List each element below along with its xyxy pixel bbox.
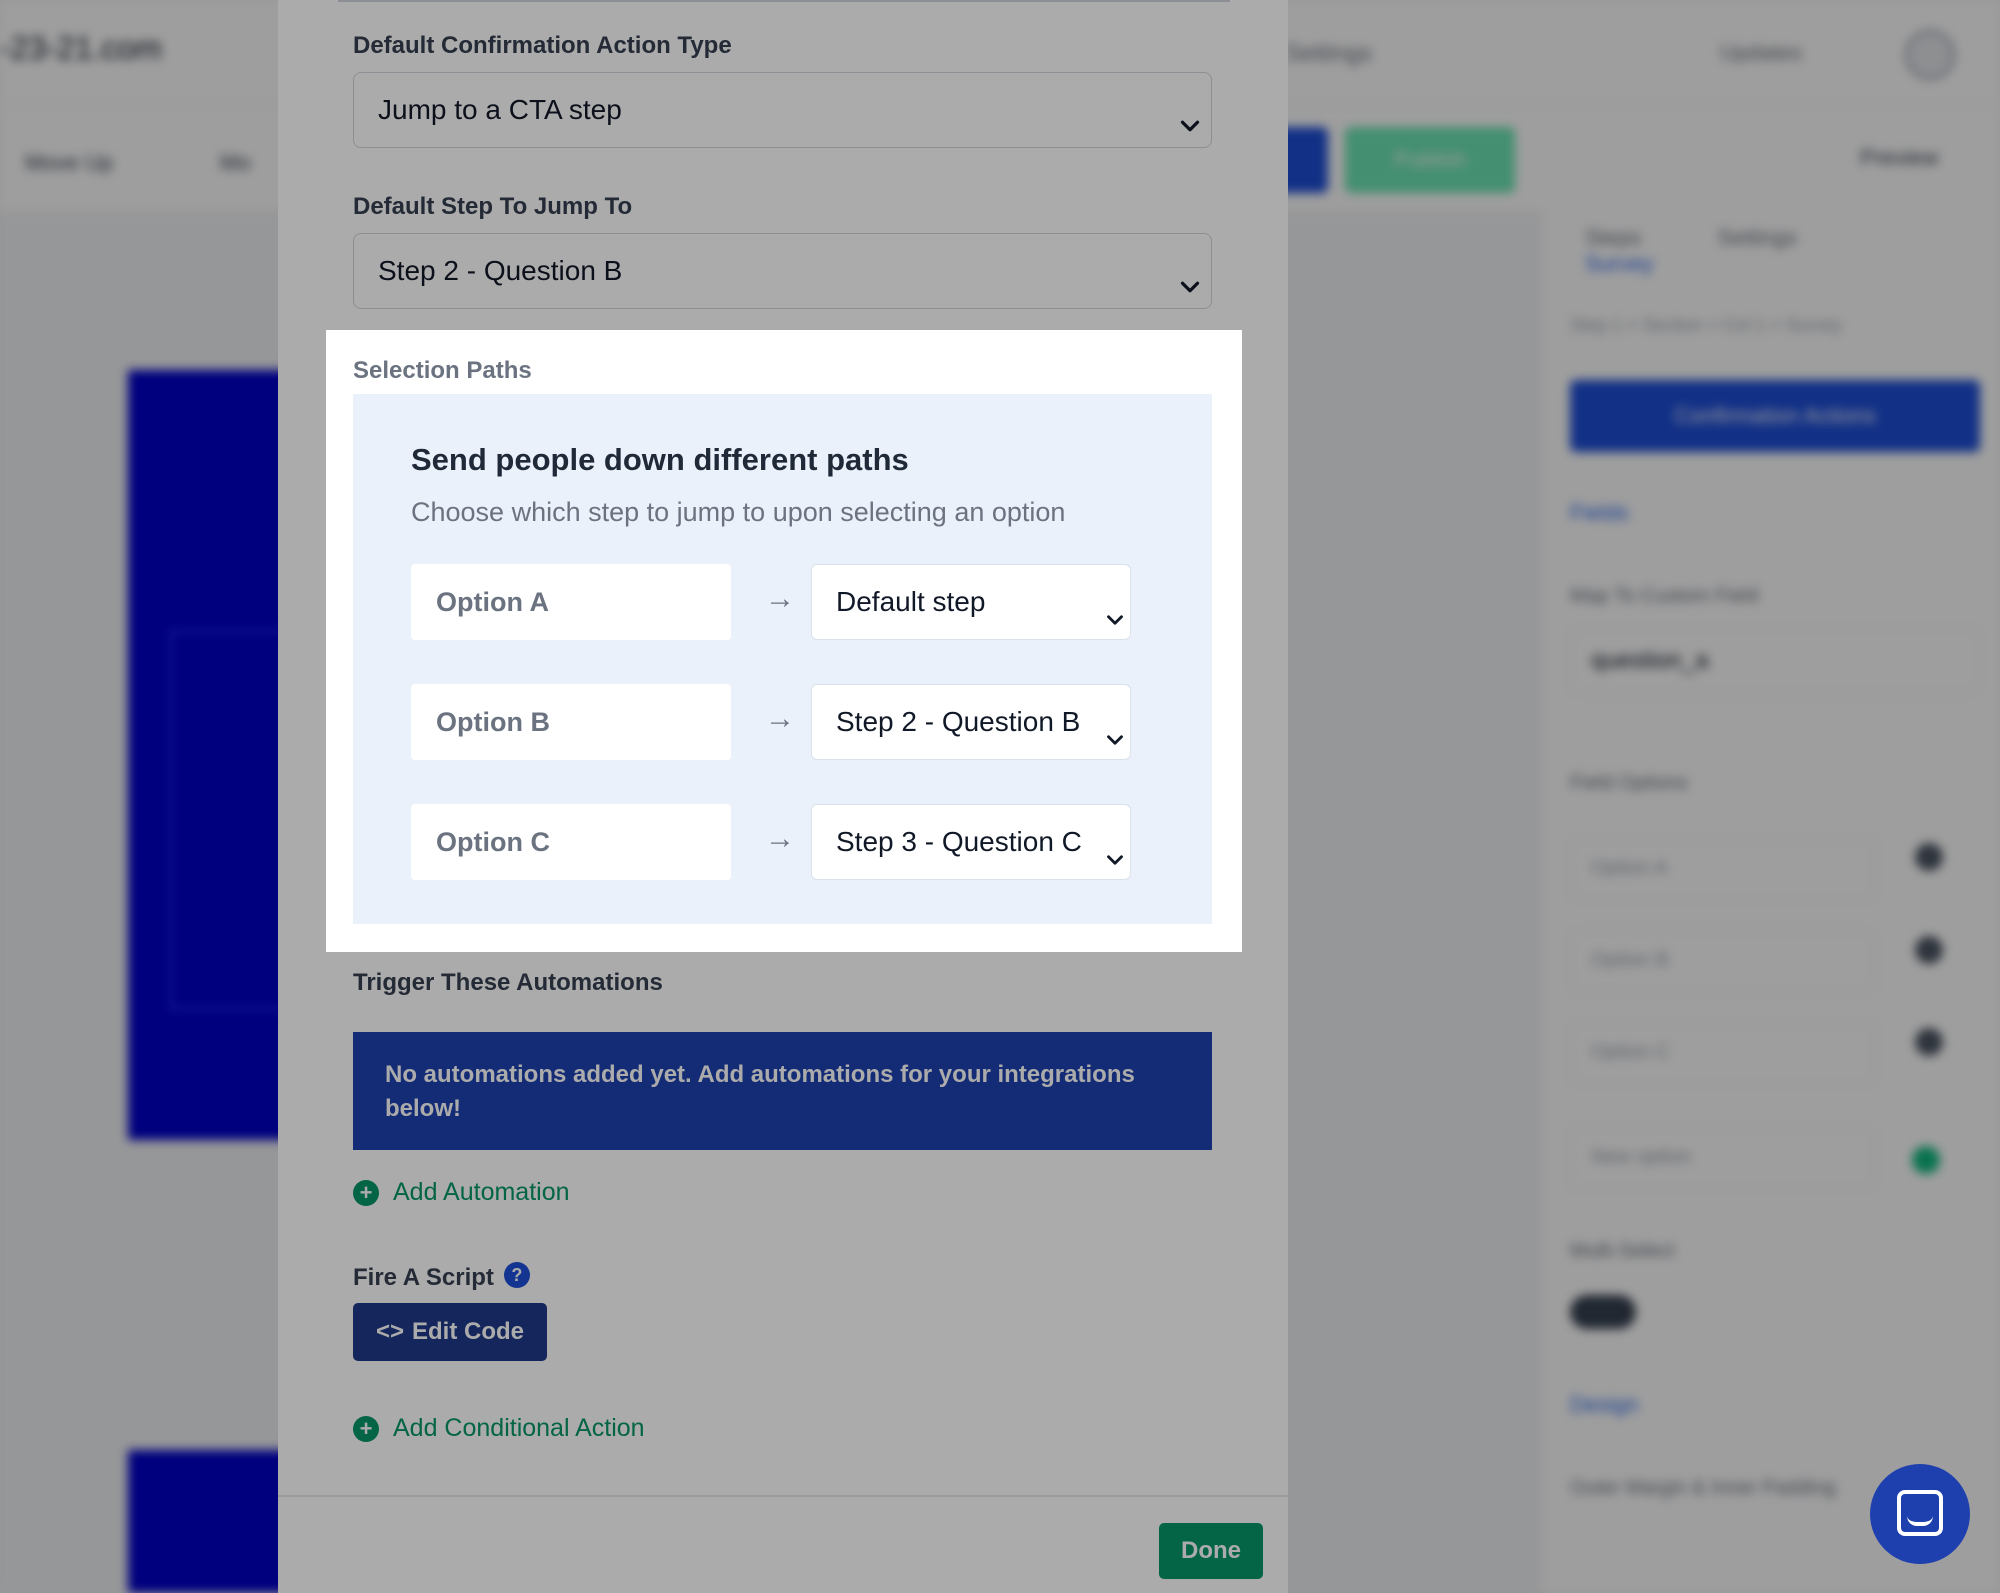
fire-script-label: Fire A Script?	[353, 1262, 530, 1292]
chevron-down-icon	[1102, 707, 1128, 745]
option-c-target-select[interactable]: Step 3 - Question C	[811, 804, 1131, 880]
fire-script-text: Fire A Script	[353, 1264, 494, 1291]
add-automation-link[interactable]: + Add Automation	[353, 1178, 570, 1207]
selection-paths-panel: Send people down different paths Choose …	[353, 394, 1212, 924]
divider	[338, 0, 1230, 2]
divider	[278, 1495, 1288, 1497]
done-button[interactable]: Done	[1159, 1523, 1263, 1579]
chat-icon	[1897, 1490, 1943, 1536]
default-step-select[interactable]: Step 2 - Question B	[353, 233, 1212, 309]
option-a-target-select[interactable]: Default step	[811, 564, 1131, 640]
chevron-down-icon	[1102, 587, 1128, 625]
edit-code-label: Edit Code	[412, 1318, 525, 1345]
option-c-field: Option C	[411, 804, 731, 880]
code-icon: <>	[375, 1318, 405, 1345]
confirmation-type-label: Default Confirmation Action Type	[353, 32, 732, 59]
confirmation-type-value: Jump to a CTA step	[378, 94, 622, 125]
option-b-field: Option B	[411, 684, 731, 760]
arrow-right-icon: →	[765, 822, 795, 855]
selection-paths-label: Selection Paths	[353, 357, 532, 384]
arrow-right-icon: →	[765, 702, 795, 735]
edit-code-button[interactable]: <> Edit Code	[353, 1303, 547, 1361]
chevron-down-icon	[1175, 95, 1205, 132]
selection-paths-section: Selection Paths Send people down differe…	[326, 330, 1242, 952]
plus-circle-icon: +	[353, 1179, 379, 1206]
chevron-down-icon	[1102, 827, 1128, 865]
help-icon[interactable]: ?	[503, 1262, 530, 1288]
plus-circle-icon: +	[353, 1415, 379, 1442]
option-a-target-value: Default step	[836, 586, 986, 617]
option-b-target-select[interactable]: Step 2 - Question B	[811, 684, 1131, 760]
add-conditional-action-link[interactable]: + Add Conditional Action	[353, 1414, 645, 1443]
chevron-down-icon	[1175, 256, 1205, 293]
add-conditional-label: Add Conditional Action	[393, 1414, 645, 1442]
automations-empty-notice: No automations added yet. Add automation…	[353, 1032, 1212, 1150]
confirmation-type-select[interactable]: Jump to a CTA step	[353, 72, 1212, 148]
option-b-target-value: Step 2 - Question B	[836, 706, 1081, 737]
option-a-field: Option A	[411, 564, 731, 640]
arrow-right-icon: →	[765, 582, 795, 615]
add-automation-label: Add Automation	[393, 1178, 570, 1206]
option-c-target-value: Step 3 - Question C	[836, 826, 1082, 857]
selection-paths-subtitle: Choose which step to jump to upon select…	[411, 497, 1066, 527]
default-step-value: Step 2 - Question B	[378, 255, 623, 286]
selection-paths-title: Send people down different paths	[411, 442, 909, 477]
default-step-label: Default Step To Jump To	[353, 193, 633, 220]
automations-label: Trigger These Automations	[353, 969, 663, 996]
chat-widget-button[interactable]	[1870, 1464, 1970, 1564]
